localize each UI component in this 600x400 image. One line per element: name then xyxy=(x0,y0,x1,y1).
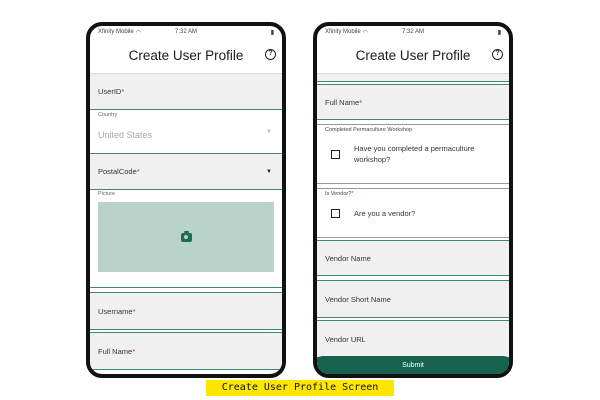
required-marker: * xyxy=(132,346,136,356)
picture-upload[interactable] xyxy=(98,202,274,272)
fullname-label: Full Name xyxy=(325,97,360,107)
country-label: Country xyxy=(98,112,118,118)
help-circle-icon[interactable]: ? xyxy=(492,49,503,60)
page-title: Create User Profile xyxy=(128,48,244,63)
country-value: United States xyxy=(98,129,153,140)
username-field[interactable]: Username * xyxy=(90,292,282,330)
phone-left: Xfinity Mobile ◠ 7:32 AM ▮ Create User P… xyxy=(86,22,286,378)
caption-label: Create User Profile Screen xyxy=(206,380,394,396)
picture-label: Picture xyxy=(98,191,116,197)
chevron-down-icon: ▼ xyxy=(266,128,272,135)
vendor-short-name-label: Vendor Short Name xyxy=(325,294,391,304)
workshop-question: Have you completed a permaculture worksh… xyxy=(354,144,475,164)
workshop-group: Completed Permaculture Workshop Have you… xyxy=(317,124,509,184)
vendor-url-label: Vendor URL xyxy=(325,334,366,344)
fullname-label: Full Name xyxy=(98,346,133,356)
vendor-checkbox[interactable] xyxy=(331,208,340,218)
workshop-group-label: Completed Permaculture Workshop xyxy=(325,127,415,133)
time-label: 7:32 AM xyxy=(174,29,197,35)
vendor-name-label: Vendor Name xyxy=(325,253,371,263)
userid-label: UserID xyxy=(98,87,122,96)
time-label: 7:32 AM xyxy=(401,29,424,35)
required-marker: * xyxy=(359,97,363,107)
postalcode-select[interactable]: PostalCode * ▼ xyxy=(90,154,282,190)
vendor-group-label: Is Vendor?* xyxy=(325,191,356,197)
scrolled-field-edge xyxy=(317,74,509,82)
userid-field[interactable]: UserID * xyxy=(90,74,282,110)
status-bar: Xfinity Mobile ◠ 7:32 AM ▮ xyxy=(90,26,282,38)
required-marker: * xyxy=(132,306,136,316)
vendor-name-field[interactable]: Vendor Name xyxy=(317,240,509,276)
country-select[interactable]: Country United States ▼ xyxy=(90,110,282,154)
app-bar: Create User Profile ? xyxy=(90,38,282,74)
status-bar: Xfinity Mobile ◠ 7:32 AM ▮ xyxy=(317,26,509,38)
chevron-down-icon: ▼ xyxy=(266,168,272,175)
fullname-field[interactable]: Full Name * xyxy=(90,332,282,370)
required-marker: * xyxy=(121,87,125,96)
camera-icon xyxy=(180,230,192,242)
picture-field: Picture xyxy=(90,190,282,288)
required-marker: * xyxy=(136,167,140,176)
vendor-url-field[interactable]: Vendor URL xyxy=(317,320,509,358)
vendor-group: Is Vendor?* Are you a vendor? xyxy=(317,188,509,238)
help-circle-icon[interactable]: ? xyxy=(265,49,276,60)
postalcode-label: PostalCode xyxy=(98,167,137,176)
fullname-field[interactable]: Full Name * xyxy=(317,84,509,120)
phone-right: Xfinity Mobile ◠ 7:32 AM ▮ Create User P… xyxy=(313,22,513,378)
vendor-short-name-field[interactable]: Vendor Short Name xyxy=(317,280,509,318)
username-label: Username xyxy=(98,306,133,316)
app-bar: Create User Profile ? xyxy=(317,38,509,74)
page-title: Create User Profile xyxy=(355,48,471,63)
workshop-checkbox[interactable] xyxy=(331,149,340,159)
vendor-question: Are you a vendor? xyxy=(354,208,416,218)
submit-button[interactable]: Submit xyxy=(317,356,509,374)
